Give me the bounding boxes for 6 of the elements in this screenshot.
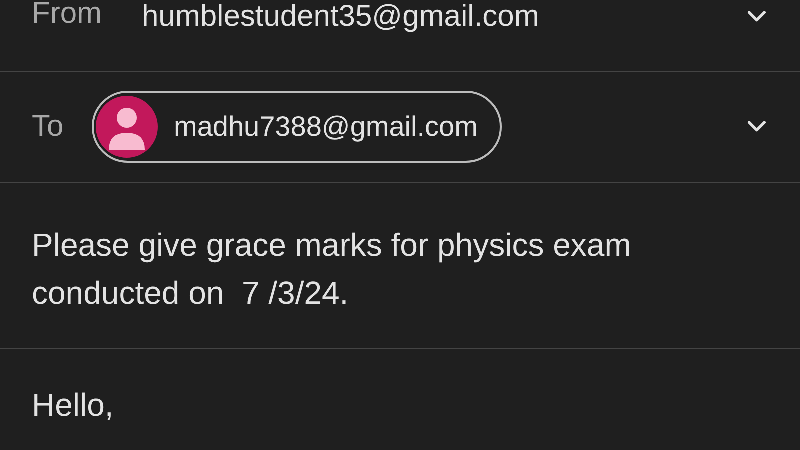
to-label: To bbox=[32, 110, 65, 144]
recipient-chip[interactable]: madhu7388@gmail.com bbox=[92, 91, 502, 163]
subject-field[interactable]: Please give grace marks for physics exam conducted on 7 /3/24. bbox=[32, 221, 762, 317]
sender-address: humblestudent35@gmail.com bbox=[142, 0, 540, 35]
message-body[interactable]: Hello, bbox=[32, 383, 768, 427]
from-label: From bbox=[32, 0, 103, 31]
